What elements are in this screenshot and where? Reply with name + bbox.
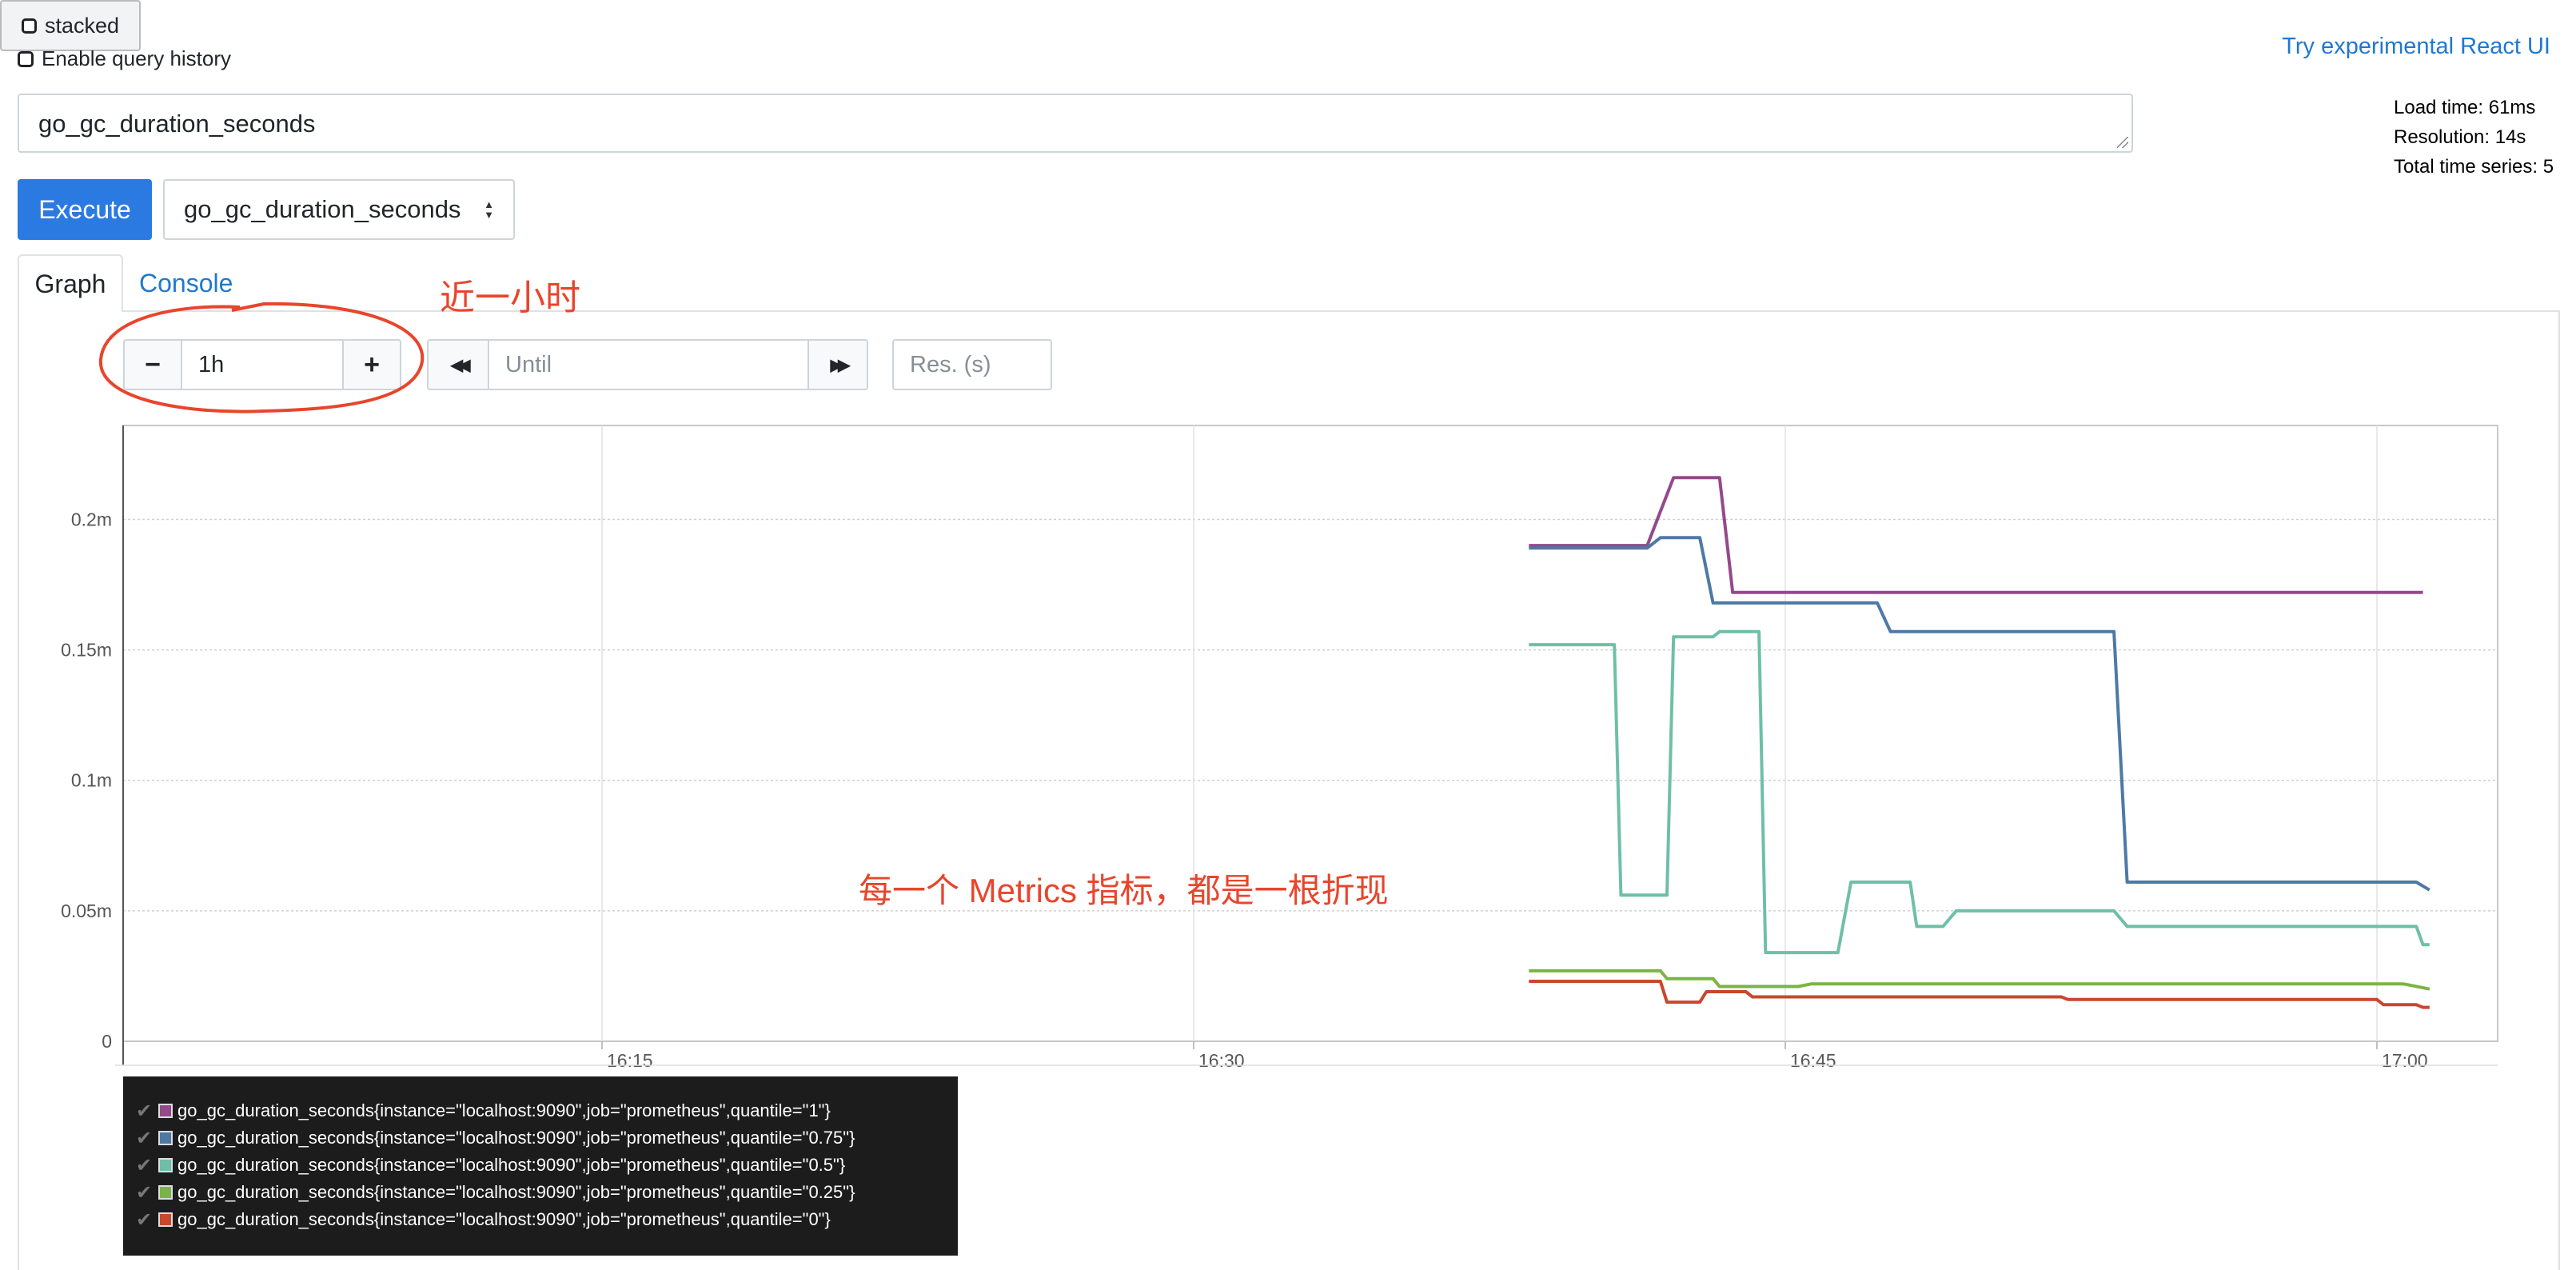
chart-series	[1529, 476, 2430, 1009]
legend-item[interactable]: ✔ go_gc_duration_seconds{instance="localh…	[136, 1152, 945, 1179]
legend-label: go_gc_duration_seconds{instance="localho…	[177, 1100, 831, 1120]
y-tick-label: 0	[102, 1031, 112, 1052]
legend-label: go_gc_duration_seconds{instance="localho…	[177, 1209, 831, 1229]
legend-label: go_gc_duration_seconds{instance="localho…	[177, 1128, 855, 1148]
chart-legend: ✔ go_gc_duration_seconds{instance="localh…	[123, 1076, 958, 1256]
series-line-0	[1529, 476, 2423, 594]
legend-check-icon: ✔	[136, 1127, 153, 1149]
legend-swatch	[158, 1185, 173, 1200]
y-tick-label: 0.1m	[71, 770, 112, 791]
y-tick-label: 0.2m	[71, 509, 112, 529]
legend-check-icon: ✔	[136, 1181, 153, 1204]
legend-label: go_gc_duration_seconds{instance="localho…	[177, 1182, 855, 1202]
x-tick-label: 16:30	[1198, 1050, 1245, 1071]
y-tick-label: 0.05m	[61, 901, 112, 921]
annotation-metrics-note: 每一个 Metrics 指标，都是一根折现	[859, 872, 1389, 909]
plot-frame	[122, 425, 2498, 1042]
annotation-range-note: 近一小时	[440, 278, 580, 318]
legend-item[interactable]: ✔ go_gc_duration_seconds{instance="localh…	[136, 1179, 945, 1206]
chart-grid	[122, 425, 2498, 1042]
x-tick-label: 17:00	[2382, 1050, 2428, 1071]
legend-swatch	[158, 1131, 173, 1145]
legend-check-icon: ✔	[136, 1208, 153, 1231]
legend-item[interactable]: ✔ go_gc_duration_seconds{instance="localh…	[136, 1206, 945, 1233]
x-tick-label: 16:45	[1790, 1050, 1836, 1071]
series-line-1	[1529, 536, 2430, 892]
tab-graph[interactable]: Graph	[18, 254, 123, 312]
annotation-circle	[98, 302, 425, 413]
chart-axes: 0 0.05m 0.1m 0.15m 0.2m 16:15 16:30 16:45 17:00	[61, 425, 2498, 1071]
legend-label: go_gc_duration_seconds{instance="localho…	[177, 1155, 846, 1175]
legend-swatch	[158, 1104, 173, 1118]
series-line-3	[1529, 968, 2430, 991]
legend-swatch	[158, 1212, 173, 1227]
legend-item[interactable]: ✔ go_gc_duration_seconds{instance="localh…	[136, 1124, 945, 1152]
x-tick-label: 16:15	[607, 1050, 653, 1071]
series-line-2	[1529, 629, 2430, 955]
legend-item[interactable]: ✔ go_gc_duration_seconds{instance="localh…	[136, 1097, 945, 1124]
legend-swatch	[158, 1158, 173, 1172]
y-tick-label: 0.15m	[61, 640, 112, 661]
legend-check-icon: ✔	[136, 1100, 153, 1122]
legend-check-icon: ✔	[136, 1154, 153, 1176]
annotation-marks	[98, 302, 425, 413]
